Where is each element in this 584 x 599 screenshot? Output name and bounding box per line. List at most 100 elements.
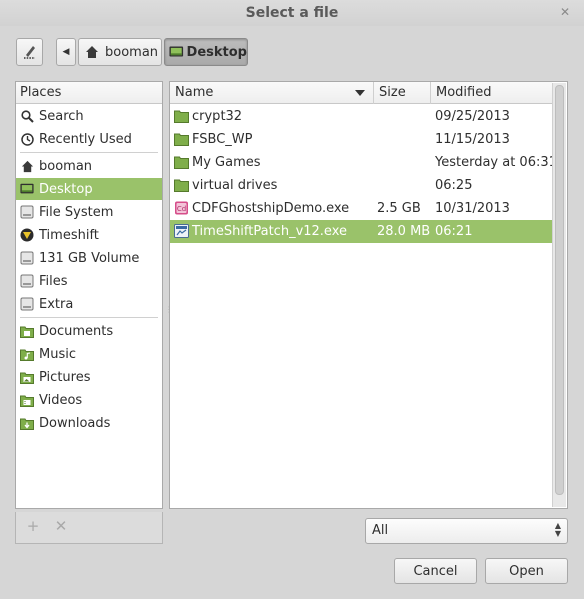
cd-app-icon: Cd bbox=[175, 201, 188, 215]
file-name: CDFGhostshipDemo.exe bbox=[192, 201, 350, 216]
exe-icon bbox=[174, 224, 189, 238]
harddisk-icon bbox=[20, 205, 34, 219]
svg-text:Cd: Cd bbox=[177, 205, 186, 213]
column-modified[interactable]: Modified bbox=[431, 82, 552, 104]
place-label: booman bbox=[39, 158, 93, 174]
file-row[interactable]: virtual drives 06:25 bbox=[170, 174, 552, 197]
harddisk-icon bbox=[20, 274, 34, 288]
place-131gb-volume[interactable]: 131 GB Volume bbox=[16, 247, 162, 269]
place-extra[interactable]: Extra bbox=[16, 293, 162, 315]
file-modified: Yesterday at 06:31 bbox=[435, 155, 557, 170]
place-search[interactable]: Search bbox=[16, 105, 162, 127]
folder-icon bbox=[174, 179, 189, 192]
desktop-icon bbox=[20, 182, 34, 196]
place-label: Files bbox=[39, 273, 68, 289]
file-modified: 06:21 bbox=[435, 224, 473, 239]
place-label: File System bbox=[39, 204, 114, 220]
home-icon bbox=[86, 46, 98, 58]
places-separator bbox=[20, 317, 158, 318]
breadcrumb-label: Desktop bbox=[186, 44, 247, 60]
file-name: virtual drives bbox=[192, 178, 278, 193]
harddisk-icon bbox=[20, 251, 34, 265]
place-pictures[interactable]: Pictures bbox=[16, 366, 162, 388]
file-size: 2.5 GB bbox=[377, 201, 421, 216]
home-icon bbox=[20, 159, 34, 173]
file-modified: 09/25/2013 bbox=[435, 109, 510, 124]
file-name: crypt32 bbox=[192, 109, 243, 124]
x-icon[interactable]: ✕ bbox=[54, 519, 68, 534]
folder-videos-icon bbox=[20, 393, 34, 407]
place-label: Videos bbox=[39, 392, 83, 408]
breadcrumb-booman[interactable]: booman bbox=[78, 38, 162, 66]
file-name: FSBC_WP bbox=[192, 132, 253, 147]
file-modified: 06:25 bbox=[435, 178, 473, 193]
place-label: Desktop bbox=[39, 181, 93, 197]
file-row[interactable]: Cd CDFGhostshipDemo.exe 2.5 GB 10/31/201… bbox=[170, 197, 552, 220]
harddisk-icon bbox=[20, 297, 34, 311]
window-title: Select a file bbox=[245, 5, 339, 21]
desktop-icon bbox=[169, 46, 184, 57]
triangle-left-icon: ◀ bbox=[62, 47, 70, 57]
folder-icon bbox=[174, 110, 189, 123]
column-label: Name bbox=[175, 85, 214, 100]
file-row[interactable]: crypt32 09/25/2013 bbox=[170, 105, 552, 128]
close-icon[interactable]: ✕ bbox=[559, 6, 571, 18]
place-label: Recently Used bbox=[39, 131, 132, 147]
places-separator bbox=[20, 152, 158, 153]
folder-icon bbox=[174, 133, 189, 146]
places-header: Places bbox=[16, 82, 162, 104]
timeshift-icon bbox=[20, 228, 34, 242]
clock-icon bbox=[20, 132, 34, 146]
file-list: Name Size Modified crypt32 09/25/2013 FS… bbox=[169, 81, 568, 509]
file-row-selected[interactable]: TimeShiftPatch_v12.exe 28.0 MB 06:21 bbox=[170, 220, 552, 243]
folder-music-icon bbox=[20, 347, 34, 361]
vertical-scrollbar[interactable] bbox=[552, 83, 566, 507]
open-button[interactable]: Open bbox=[485, 558, 568, 584]
scrollbar-thumb[interactable] bbox=[555, 85, 564, 495]
place-file-system[interactable]: File System bbox=[16, 201, 162, 223]
plus-icon[interactable]: + bbox=[26, 519, 40, 534]
file-modified: 10/31/2013 bbox=[435, 201, 510, 216]
place-downloads[interactable]: Downloads bbox=[16, 412, 162, 434]
folder-pictures-icon bbox=[20, 370, 34, 384]
pencil-icon bbox=[23, 46, 35, 59]
column-headers: Name Size Modified bbox=[170, 82, 552, 104]
column-size[interactable]: Size bbox=[374, 82, 431, 104]
filter-value: All bbox=[372, 523, 389, 538]
pane-resize-handle[interactable]: ⋮ bbox=[165, 305, 173, 317]
folder-downloads-icon bbox=[20, 416, 34, 430]
cancel-label: Cancel bbox=[413, 563, 458, 579]
file-name: TimeShiftPatch_v12.exe bbox=[192, 224, 347, 239]
back-button[interactable]: ◀ bbox=[56, 38, 76, 66]
search-icon bbox=[20, 109, 34, 123]
place-documents[interactable]: Documents bbox=[16, 320, 162, 342]
type-location-button[interactable] bbox=[16, 38, 43, 66]
file-row[interactable]: My Games Yesterday at 06:31 bbox=[170, 151, 557, 174]
file-modified: 11/15/2013 bbox=[435, 132, 510, 147]
places-sidebar: Places Search Recently Used booman Deskt… bbox=[15, 81, 163, 509]
folder-icon bbox=[174, 156, 189, 169]
place-desktop[interactable]: Desktop bbox=[16, 178, 162, 200]
file-row[interactable]: FSBC_WP 11/15/2013 bbox=[170, 128, 552, 151]
place-recently-used[interactable]: Recently Used bbox=[16, 128, 162, 150]
place-label: Timeshift bbox=[39, 227, 99, 243]
place-label: Pictures bbox=[39, 369, 91, 385]
cancel-button[interactable]: Cancel bbox=[394, 558, 477, 584]
breadcrumb-desktop[interactable]: Desktop bbox=[164, 38, 248, 66]
folder-documents-icon bbox=[20, 324, 34, 338]
place-label: 131 GB Volume bbox=[39, 250, 140, 266]
place-label: Music bbox=[39, 346, 76, 362]
column-name[interactable]: Name bbox=[170, 82, 374, 104]
place-label: Extra bbox=[39, 296, 74, 312]
place-timeshift[interactable]: Timeshift bbox=[16, 224, 162, 246]
place-files[interactable]: Files bbox=[16, 270, 162, 292]
file-size: 28.0 MB bbox=[377, 224, 431, 239]
column-label: Modified bbox=[436, 85, 492, 100]
column-label: Size bbox=[379, 85, 406, 100]
breadcrumb-label: booman bbox=[105, 44, 159, 60]
place-booman[interactable]: booman bbox=[16, 155, 162, 177]
place-label: Search bbox=[39, 108, 84, 124]
file-filter-select[interactable]: All ▲ ▼ bbox=[365, 518, 568, 544]
place-videos[interactable]: Videos bbox=[16, 389, 162, 411]
place-music[interactable]: Music bbox=[16, 343, 162, 365]
